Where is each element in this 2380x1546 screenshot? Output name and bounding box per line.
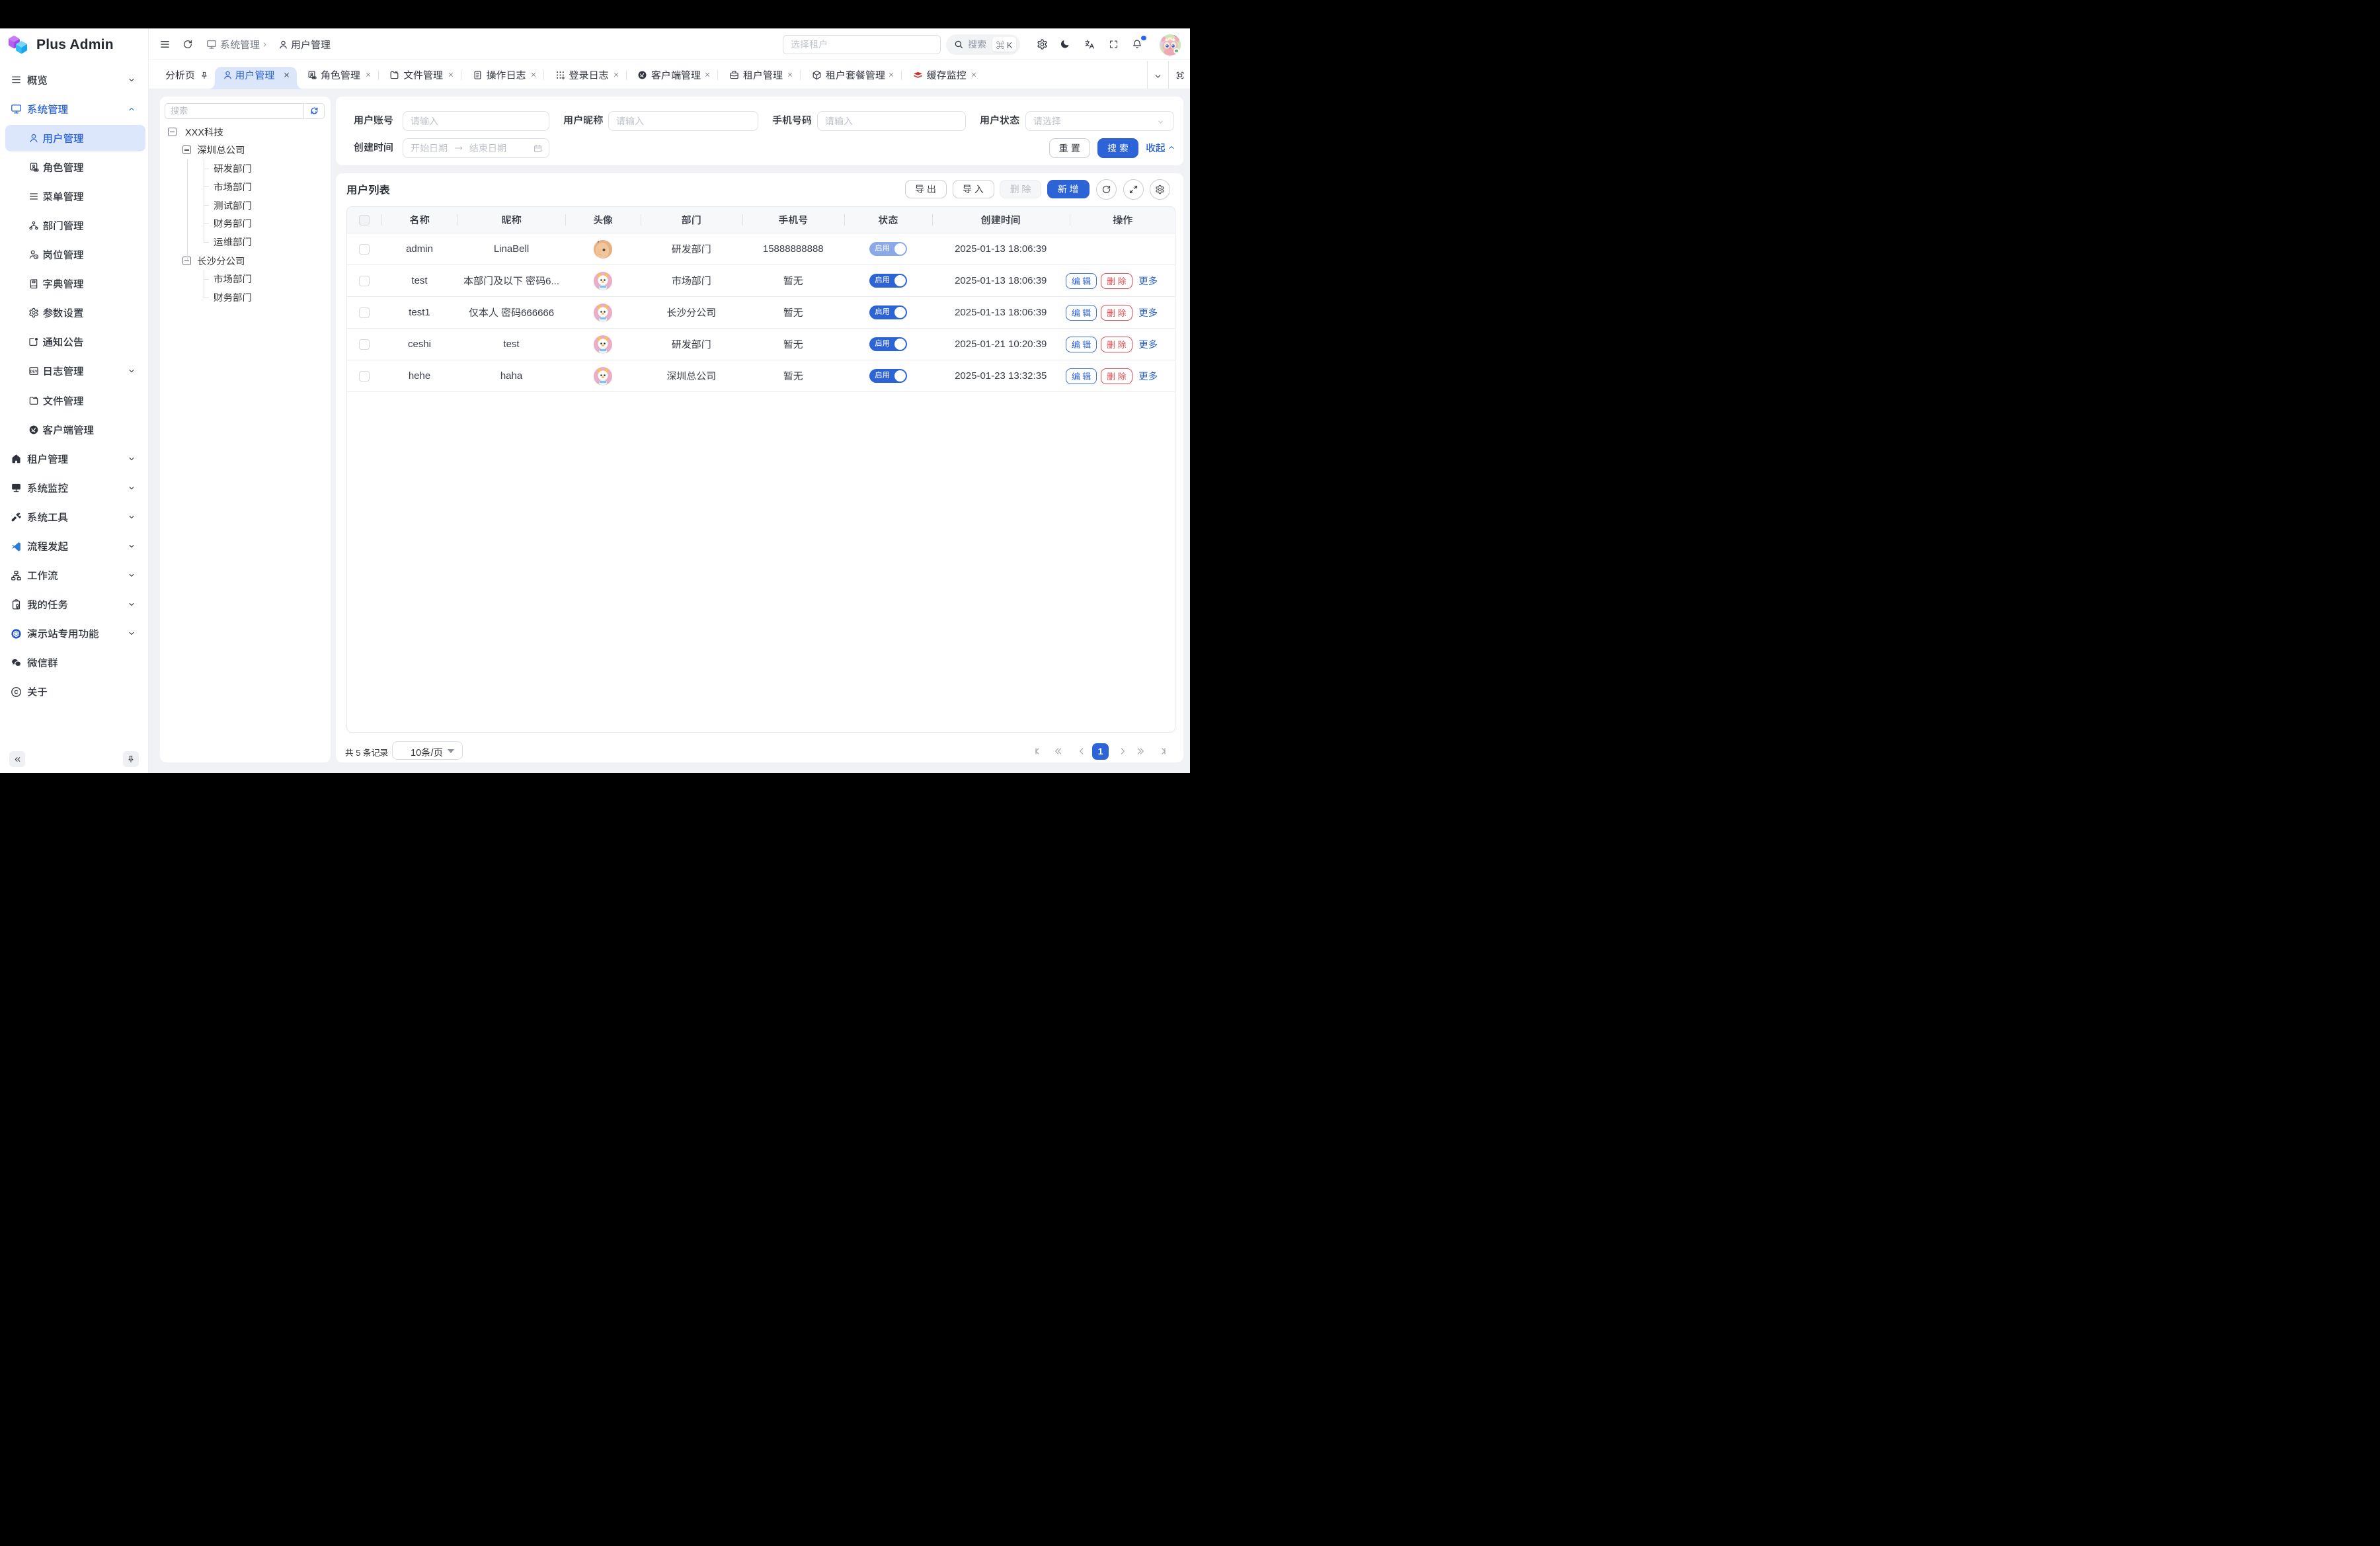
svg-text:DEV: DEV xyxy=(30,370,38,374)
